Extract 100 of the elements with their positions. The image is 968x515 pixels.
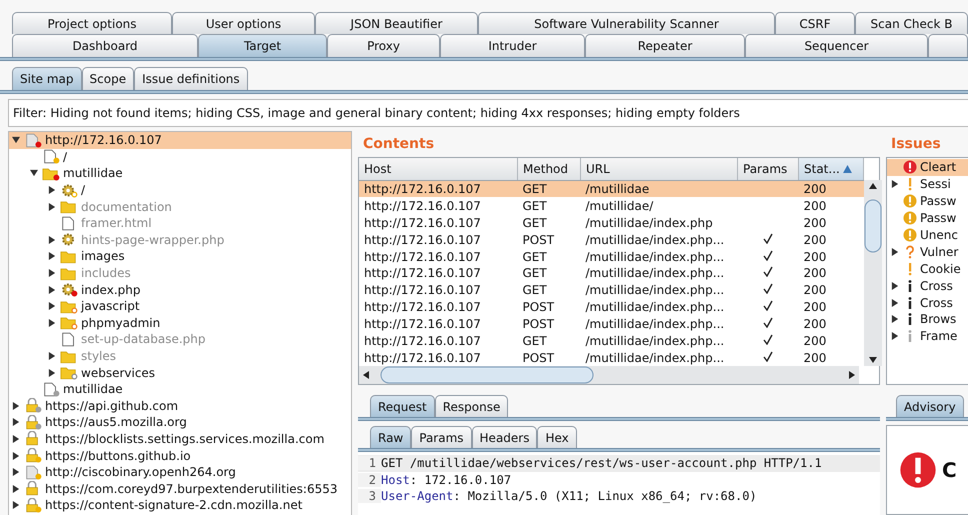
tree-item[interactable]: phpmyadmin xyxy=(9,314,351,332)
collapsed-arrow-icon[interactable] xyxy=(48,186,56,194)
tree-item[interactable]: https://buttons.github.io xyxy=(9,447,351,464)
expanded-arrow-icon[interactable] xyxy=(30,169,38,178)
collapsed-arrow-icon[interactable] xyxy=(12,501,20,510)
tree-item[interactable]: javascript xyxy=(9,298,351,315)
tree-item[interactable]: webservices xyxy=(9,364,351,381)
tree-item[interactable]: mutillidae xyxy=(9,380,351,398)
issue-item[interactable]: Passw xyxy=(887,192,968,210)
column-header[interactable]: Host xyxy=(359,158,518,180)
issue-item[interactable]: Cookie xyxy=(887,260,968,278)
tree-item[interactable]: mutillidae xyxy=(9,165,351,182)
horizontal-scrollbar[interactable] xyxy=(359,366,859,384)
folder-icon xyxy=(60,266,78,281)
expanded-arrow-icon[interactable] xyxy=(12,136,20,144)
tree-item[interactable]: / xyxy=(9,182,351,198)
tree-item[interactable]: / xyxy=(9,148,351,166)
collapsed-arrow-icon[interactable] xyxy=(891,315,899,324)
column-header[interactable]: Stat... xyxy=(798,158,864,180)
collapsed-arrow-icon[interactable] xyxy=(48,302,56,310)
issue-item[interactable]: Sessi xyxy=(887,176,968,193)
tree-item[interactable]: index.php xyxy=(9,281,351,298)
line-number: 1 xyxy=(358,456,381,470)
collapsed-arrow-icon[interactable] xyxy=(48,252,56,260)
tab[interactable]: Scan Check B xyxy=(855,12,968,34)
tab[interactable]: Dashboard xyxy=(12,34,198,57)
collapsed-arrow-icon[interactable] xyxy=(12,484,20,493)
gear-icon xyxy=(60,282,78,298)
tab[interactable]: Hex xyxy=(537,426,577,448)
tree-item[interactable]: http://172.16.0.107 xyxy=(9,132,351,149)
tab[interactable]: Repeater xyxy=(585,34,745,57)
tab[interactable]: User options xyxy=(172,12,315,34)
tab[interactable]: Params xyxy=(411,426,472,448)
section-title: Contents xyxy=(362,135,436,154)
issue-item[interactable]: Unenc xyxy=(887,226,968,244)
table-cell: /mutillidae xyxy=(580,180,738,198)
issue-item[interactable]: Cross xyxy=(887,277,968,294)
collapsed-arrow-icon[interactable] xyxy=(12,418,20,426)
tab[interactable]: Scope xyxy=(82,67,134,90)
collapsed-arrow-icon[interactable] xyxy=(891,298,899,307)
tab[interactable]: CSRF xyxy=(775,12,855,34)
tree-item[interactable]: https://content-signature-2.cdn.mozilla.net xyxy=(9,497,351,514)
tab[interactable]: Raw xyxy=(370,426,412,448)
collapsed-arrow-icon[interactable] xyxy=(891,332,899,340)
tab[interactable] xyxy=(928,34,968,57)
tree-item[interactable]: images xyxy=(9,248,351,265)
tab[interactable]: Project options xyxy=(12,12,172,34)
tab[interactable]: Proxy xyxy=(327,34,440,57)
tab[interactable]: Issue definitions xyxy=(134,67,248,90)
header-value: : Mozilla/5.0 (X11; Linux x86_64; rv:68.0) xyxy=(453,489,757,504)
tree-item[interactable]: http://ciscobinary.openh264.org xyxy=(9,464,351,480)
issue-item[interactable]: Passw xyxy=(887,210,968,227)
collapsed-arrow-icon[interactable] xyxy=(48,286,56,294)
checkmark-icon xyxy=(763,350,773,362)
column-header[interactable]: Params xyxy=(738,158,798,180)
collapsed-arrow-icon[interactable] xyxy=(12,402,20,410)
folder-icon xyxy=(60,365,78,380)
tree-item[interactable]: https://blocklists.settings.services.mozilla.com xyxy=(9,430,351,448)
tree-item[interactable]: https://api.github.com xyxy=(9,398,351,414)
page-icon xyxy=(24,132,42,148)
collapsed-arrow-icon[interactable] xyxy=(891,180,899,188)
vertical-scrollbar[interactable] xyxy=(864,180,882,366)
collapsed-arrow-icon[interactable] xyxy=(48,368,56,377)
collapsed-arrow-icon[interactable] xyxy=(48,202,56,211)
issue-item[interactable]: Cleart xyxy=(887,159,968,176)
collapsed-arrow-icon[interactable] xyxy=(48,352,56,360)
tab[interactable]: Advisory xyxy=(896,395,964,417)
collapsed-arrow-icon[interactable] xyxy=(891,282,899,290)
column-header[interactable]: Method xyxy=(518,158,580,180)
issue-item[interactable]: Brows xyxy=(887,311,968,328)
tab[interactable]: Software Vulnerability Scanner xyxy=(478,12,775,34)
table-cell: 200 xyxy=(798,180,864,198)
collapsed-arrow-icon[interactable] xyxy=(12,452,20,460)
issue-item[interactable]: Cross xyxy=(887,294,968,312)
issue-item[interactable]: Vulner xyxy=(887,243,968,260)
filter-bar[interactable]: Filter: Hiding not found items; hiding CSS, image and general binary content; hiding 4xx responses; hiding empty folders xyxy=(8,99,968,127)
collapsed-arrow-icon[interactable] xyxy=(891,248,899,256)
padlock-icon xyxy=(24,414,42,430)
tab[interactable]: Target xyxy=(198,34,327,57)
collapsed-arrow-icon[interactable] xyxy=(48,318,56,327)
padlock-icon xyxy=(24,398,42,414)
collapsed-arrow-icon[interactable] xyxy=(48,269,56,278)
page-icon xyxy=(24,464,42,480)
folder-icon xyxy=(60,298,78,314)
collapsed-arrow-icon[interactable] xyxy=(12,468,20,476)
table-cell: GET xyxy=(518,180,580,198)
tree-item[interactable]: https://aus5.mozilla.org xyxy=(9,414,351,431)
tab[interactable]: Site map xyxy=(12,67,82,90)
issue-item[interactable]: Frame xyxy=(887,328,968,345)
tab[interactable]: Response xyxy=(434,395,508,417)
tab[interactable]: Sequencer xyxy=(745,34,928,57)
tab[interactable]: Headers xyxy=(472,426,538,448)
tree-item[interactable]: https://com.coreyd97.burpextenderutilities:6553 xyxy=(9,480,351,498)
tab[interactable]: Intruder xyxy=(440,34,585,57)
collapsed-arrow-icon[interactable] xyxy=(12,434,20,443)
tab[interactable]: JSON Beautifier xyxy=(315,12,478,34)
tab[interactable]: Request xyxy=(370,395,435,417)
collapsed-arrow-icon[interactable] xyxy=(48,236,56,244)
column-header[interactable]: URL xyxy=(580,158,738,180)
request-editor[interactable]: 1 GET /mutillidae/webservices/rest/ws-user-account.php HTTP/1.1 2 Host: 172.16.0.107 3 User-Agent: Mozilla/5.0 (X11; Linux x86_64; rv:68.0) xyxy=(358,452,880,515)
